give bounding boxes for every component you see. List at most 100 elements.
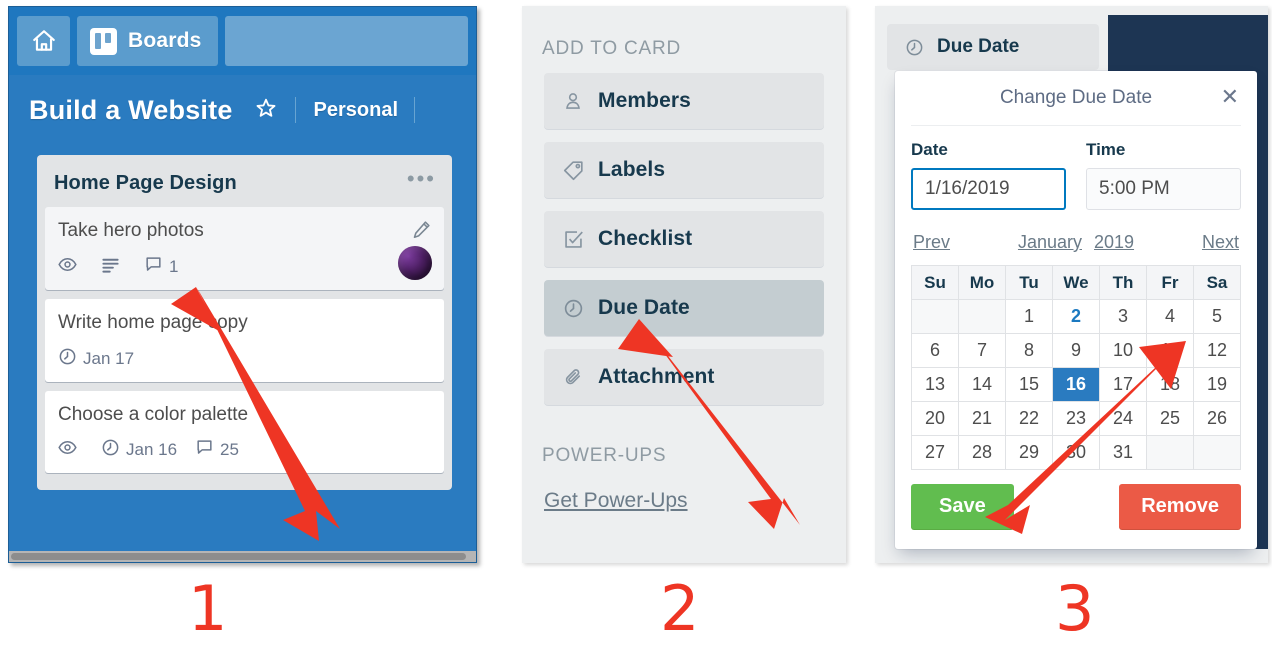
calendar-month-link[interactable]: January — [1018, 232, 1082, 253]
calendar-day-19[interactable]: 19 — [1193, 367, 1241, 402]
calendar-day-20[interactable]: 20 — [911, 401, 959, 436]
calendar-day-15[interactable]: 15 — [1005, 367, 1053, 402]
add-to-card-item-members[interactable]: Members — [544, 73, 824, 129]
calendar-day-28[interactable]: 28 — [958, 435, 1006, 470]
calendar-day-9[interactable]: 9 — [1052, 333, 1100, 368]
add-to-card-item-label: Attachment — [598, 365, 715, 388]
calendar-day-1[interactable]: 1 — [1005, 299, 1053, 334]
list-title: Home Page Design — [54, 172, 237, 194]
calendar-weekday-su: Su — [911, 265, 959, 300]
calendar-day-3[interactable]: 3 — [1099, 299, 1147, 334]
card-write-home-page-copy[interactable]: Write home page copy Jan 17 — [45, 298, 444, 382]
calendar-day-16[interactable]: 16 — [1052, 367, 1100, 402]
eye-icon-badge — [58, 255, 83, 279]
time-field-group: Time 5:00 PM — [1086, 140, 1241, 210]
calendar-grid: Su Mo Tu We Th Fr Sa 1 2 3 4 5 6 7 8 9 10 11 12 13 14 15 16 17… — [911, 265, 1241, 470]
calendar-day-7[interactable]: 7 — [958, 333, 1006, 368]
tag-icon — [562, 159, 584, 181]
due-date-badge: Jan 16 — [101, 438, 177, 462]
calendar-weekday-we: We — [1052, 265, 1100, 300]
due-date-badge: Jan 17 — [58, 347, 134, 371]
date-input[interactable]: 1/16/2019 — [911, 168, 1066, 210]
remove-button[interactable]: Remove — [1119, 484, 1241, 529]
calendar-next-link[interactable]: Next — [1202, 232, 1239, 253]
calendar-day-13[interactable]: 13 — [911, 367, 959, 402]
calendar-day-empty — [1146, 435, 1194, 470]
calendar-day-27[interactable]: 27 — [911, 435, 959, 470]
board-list: Home Page Design ••• Take hero photos 1 … — [37, 155, 452, 491]
screenshot-root: Boards Build a Website Personal Home Pag… — [0, 0, 1272, 648]
calendar-weekday-tu: Tu — [1005, 265, 1053, 300]
power-ups-section-label: POWER-UPS — [542, 445, 667, 466]
add-to-card-item-due-date[interactable]: Due Date — [544, 280, 824, 336]
panel-add-to-card-menu: ADD TO CARD Members Labels Checklist Due… — [522, 6, 846, 563]
card-choose-a-color-palette[interactable]: Choose a color palette Jan 16 25 — [45, 390, 444, 474]
calendar-week-row: 20 21 22 23 24 25 26 — [911, 401, 1241, 436]
add-to-card-item-attachment[interactable]: Attachment — [544, 349, 824, 405]
search-bar[interactable] — [224, 16, 468, 66]
description-icon — [101, 255, 120, 279]
person-icon — [562, 90, 584, 112]
avatar[interactable] — [398, 245, 432, 280]
checkbox-icon — [562, 228, 584, 250]
calendar-day-25[interactable]: 25 — [1146, 401, 1194, 436]
add-to-card-item-labels[interactable]: Labels — [544, 142, 824, 198]
calendar-nav: Prev January 2019 Next — [911, 210, 1241, 265]
calendar-year-link[interactable]: 2019 — [1094, 232, 1134, 253]
board-team-name[interactable]: Personal — [314, 99, 398, 122]
calendar-day-31[interactable]: 31 — [1099, 435, 1147, 470]
calendar-day-10[interactable]: 10 — [1099, 333, 1147, 368]
clock-icon — [562, 297, 584, 319]
calendar-day-21[interactable]: 21 — [958, 401, 1006, 436]
vertical-scrollbar[interactable] — [466, 147, 475, 561]
calendar-day-17[interactable]: 17 — [1099, 367, 1147, 402]
calendar-week-row: 6 7 8 9 10 11 12 — [911, 333, 1241, 368]
add-to-card-item-label: Labels — [598, 158, 666, 181]
calendar-day-29[interactable]: 29 — [1005, 435, 1053, 470]
calendar-day-11[interactable]: 11 — [1146, 333, 1194, 368]
calendar-day-5[interactable]: 5 — [1193, 299, 1241, 334]
calendar-day-empty — [911, 299, 959, 334]
board-title: Build a Website — [29, 94, 233, 125]
home-button[interactable] — [17, 16, 70, 66]
horizontal-scrollbar[interactable] — [9, 551, 476, 562]
clock-icon — [101, 438, 120, 462]
boards-button[interactable]: Boards — [77, 16, 218, 66]
calendar-day-30[interactable]: 30 — [1052, 435, 1100, 470]
calendar-day-18[interactable]: 18 — [1146, 367, 1194, 402]
get-power-ups-link[interactable]: Get Power-Ups — [544, 489, 688, 513]
save-button[interactable]: Save — [911, 484, 1014, 529]
calendar-day-8[interactable]: 8 — [1005, 333, 1053, 368]
calendar-day-2[interactable]: 2 — [1052, 299, 1100, 334]
calendar-prev-link[interactable]: Prev — [913, 232, 950, 253]
due-date-text: Jan 16 — [126, 440, 178, 460]
calendar-day-23[interactable]: 23 — [1052, 401, 1100, 436]
pencil-icon[interactable] — [411, 219, 432, 245]
ellipsis-icon[interactable]: ••• — [407, 168, 436, 192]
clock-icon — [58, 347, 77, 371]
calendar-day-12[interactable]: 12 — [1193, 333, 1241, 368]
scrollbar-thumb[interactable] — [11, 553, 466, 560]
calendar-day-22[interactable]: 22 — [1005, 401, 1053, 436]
time-input[interactable]: 5:00 PM — [1086, 168, 1241, 210]
calendar-day-24[interactable]: 24 — [1099, 401, 1147, 436]
calendar-weekday-sa: Sa — [1193, 265, 1241, 300]
card-title: Write home page copy — [58, 311, 248, 333]
eye-icon — [58, 255, 77, 279]
close-icon[interactable]: ✕ — [1221, 86, 1239, 108]
boards-button-label: Boards — [128, 29, 202, 52]
add-to-card-item-label: Due Date — [598, 296, 690, 319]
calendar-day-26[interactable]: 26 — [1193, 401, 1241, 436]
star-icon[interactable] — [255, 97, 277, 124]
comment-icon-badge: 1 — [144, 255, 178, 279]
trello-top-bar: Boards — [9, 7, 476, 75]
calendar-day-4[interactable]: 4 — [1146, 299, 1194, 334]
due-date-button[interactable]: Due Date — [887, 24, 1099, 70]
calendar-day-14[interactable]: 14 — [958, 367, 1006, 402]
add-to-card-item-checklist[interactable]: Checklist — [544, 211, 824, 267]
comment-icon-badge: 25 — [195, 438, 239, 462]
trello-boards-icon — [90, 27, 117, 55]
calendar-day-6[interactable]: 6 — [911, 333, 959, 368]
popover-actions: Save Remove — [911, 470, 1241, 529]
card-take-hero-photos[interactable]: Take hero photos 1 — [45, 207, 444, 290]
